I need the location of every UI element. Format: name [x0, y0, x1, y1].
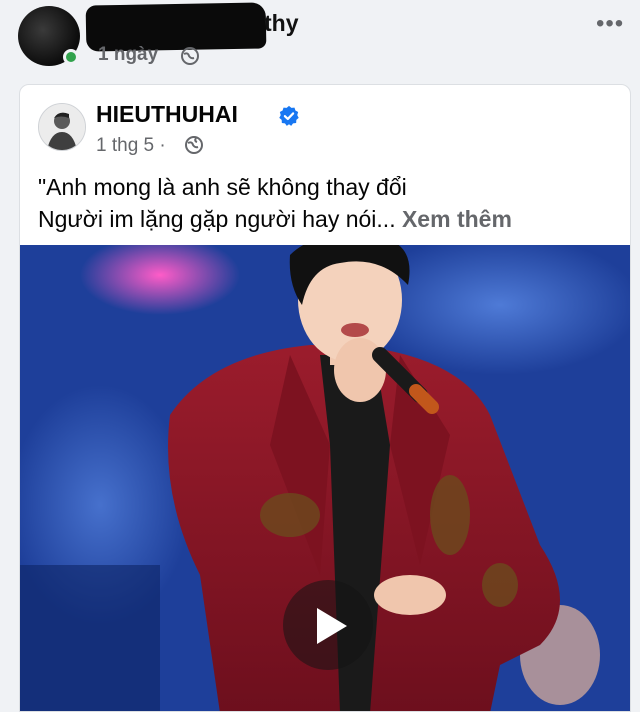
more-options-button[interactable]: ••• [596, 10, 624, 38]
shared-author-name[interactable]: HIEUTHUHAI [96, 101, 238, 128]
shared-post-time[interactable]: 1 thg 5 · [96, 135, 166, 157]
video-thumbnail[interactable] [20, 245, 630, 711]
online-status-dot [63, 49, 79, 65]
caption-line-1: "Anh mong là anh sẽ không thay đổi [38, 174, 407, 200]
see-more-link[interactable]: Xem thêm [402, 206, 512, 232]
video-play-button[interactable] [283, 580, 373, 670]
outer-post-header: thy 1 ngày ••• [0, 0, 640, 80]
shared-author-avatar[interactable] [38, 103, 86, 151]
verified-badge-icon [279, 105, 299, 126]
caption-line-2: Người im lặng gặp người hay nói... Xem t… [38, 203, 618, 235]
caption-line-2-text: Người im lặng gặp người hay nói... [38, 206, 396, 232]
globe-icon [181, 47, 199, 65]
outer-author-name-fragment[interactable]: thy [264, 10, 299, 37]
play-icon [317, 608, 347, 644]
outer-post-time[interactable]: 1 ngày [98, 44, 158, 66]
avatar-portrait-icon [39, 104, 85, 150]
shared-post-card[interactable]: HIEUTHUHAI 1 thg 5 · "Anh mong là anh sẽ… [19, 84, 631, 712]
post-caption: "Anh mong là anh sẽ không thay đổi Người… [38, 171, 618, 235]
globe-icon [185, 136, 203, 154]
